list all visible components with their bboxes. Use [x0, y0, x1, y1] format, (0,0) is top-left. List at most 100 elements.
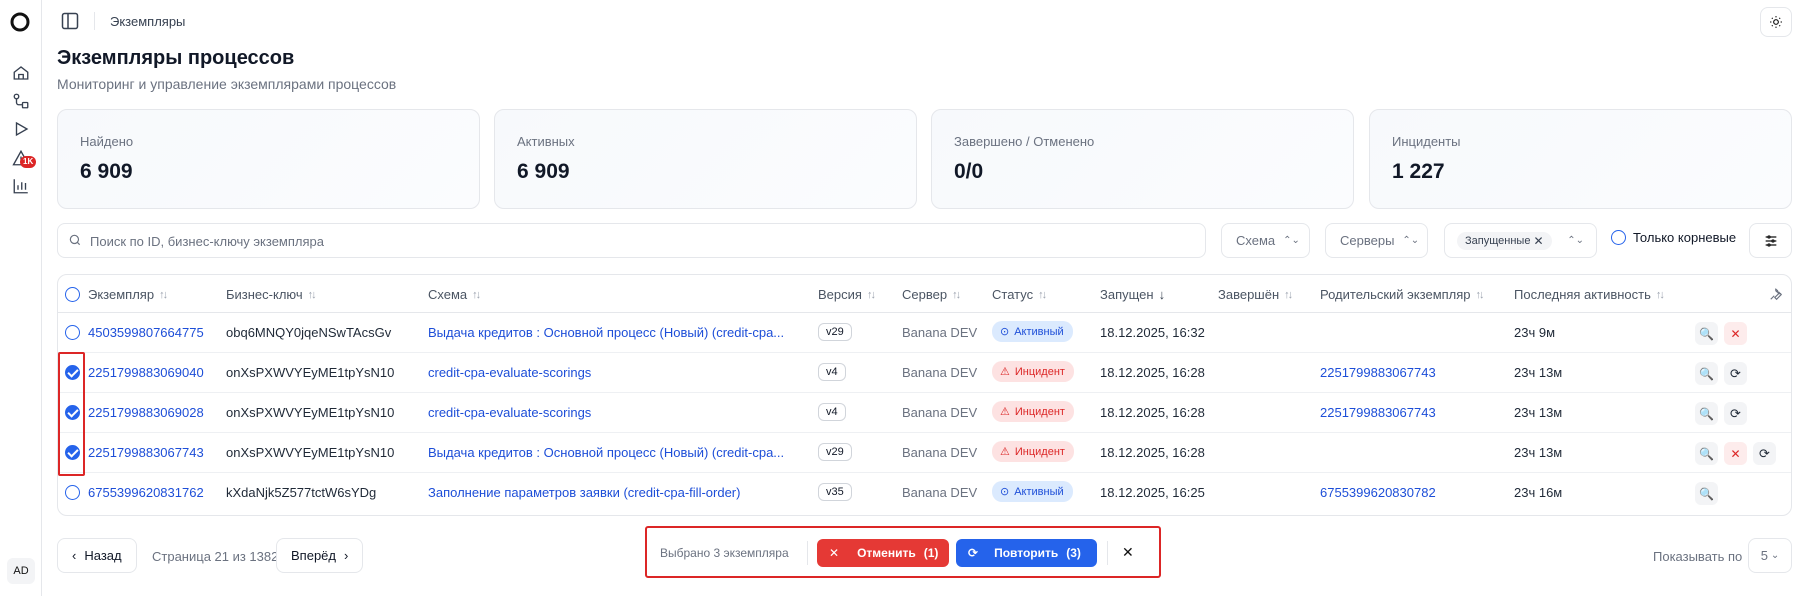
col-instance[interactable]: Экземпляр ↑↓ — [88, 287, 168, 302]
zoom-icon: 🔍 — [1699, 366, 1714, 381]
sidebar-toggle-icon[interactable] — [61, 12, 79, 30]
home-icon[interactable] — [10, 62, 32, 84]
bulk-action-bar: Выбрано 3 экземпляра ✕ Отменить (1) ⟳ По… — [645, 526, 1161, 578]
instance-id-link[interactable]: 4503599807664775 — [88, 325, 204, 340]
schema-icon[interactable] — [10, 90, 32, 112]
refresh-icon: ⟳ — [968, 546, 979, 560]
next-page-button[interactable]: Вперёд › — [276, 538, 364, 573]
cancel-instance-button[interactable]: ✕ — [1724, 442, 1747, 465]
col-business-key[interactable]: Бизнес-ключ ↑↓ — [226, 287, 317, 302]
col-server[interactable]: Сервер ↑↓ — [902, 287, 961, 302]
col-schema[interactable]: Схема ↑↓ — [428, 287, 481, 302]
row-checkbox[interactable] — [65, 325, 80, 340]
last-activity: 23ч 13м — [1514, 405, 1563, 420]
inspect-button[interactable]: 🔍 — [1695, 402, 1718, 425]
table-row[interactable]: 2251799883067743 onXsPXWVYEyME1tpYsN10 В… — [58, 433, 1791, 473]
sort-icon: ↑↓ — [1655, 288, 1665, 301]
business-key: obq6MNQY0jqeNSwTAcsGv — [226, 325, 392, 340]
retry-instance-button[interactable]: ⟳ — [1724, 402, 1747, 425]
schema-link[interactable]: Заполнение параметров заявки (credit-cpa… — [428, 485, 740, 500]
close-icon: ✕ — [829, 546, 840, 560]
bulk-retry-label: Повторить — [994, 546, 1059, 560]
row-checkbox[interactable] — [65, 485, 80, 500]
column-settings-button[interactable] — [1749, 223, 1792, 258]
row-checkbox[interactable] — [65, 365, 80, 380]
servers-filter[interactable]: Серверы ⌃⌄ — [1325, 223, 1428, 258]
inspect-button[interactable]: 🔍 — [1695, 362, 1718, 385]
per-page-select[interactable]: 5 ⌄ — [1748, 538, 1792, 573]
business-key: onXsPXWVYEyME1tpYsN10 — [226, 445, 395, 460]
parent-instance-link[interactable]: 6755399620830782 — [1320, 485, 1436, 500]
row-checkbox[interactable] — [65, 445, 80, 460]
play-circle-icon: ⊙ — [1000, 326, 1010, 338]
col-started[interactable]: Запущен ↓ — [1100, 287, 1165, 302]
schema-link[interactable]: credit-cpa-evaluate-scorings — [428, 365, 591, 380]
inspect-button[interactable]: 🔍 — [1695, 442, 1718, 465]
avatar[interactable]: AD — [7, 558, 35, 584]
chart-icon[interactable] — [10, 175, 32, 197]
warning-icon: ⚠ — [1000, 366, 1010, 378]
root-only-radio[interactable] — [1611, 230, 1626, 245]
row-checkbox[interactable] — [65, 405, 80, 420]
close-icon[interactable]: ✕ — [1122, 544, 1134, 561]
chevron-left-icon: ‹ — [72, 548, 77, 563]
col-finished[interactable]: Завершён ↑↓ — [1218, 287, 1293, 302]
col-status[interactable]: Статус ↑↓ — [992, 287, 1047, 302]
zoom-icon: 🔍 — [1699, 406, 1714, 421]
started-at: 18.12.2025, 16:28 — [1100, 365, 1205, 380]
app-logo-icon[interactable] — [9, 11, 31, 33]
wrench-icon[interactable] — [1769, 287, 1783, 301]
table-row[interactable]: 6755399620831762 kXdaNjk5Z577tctW6sYDg З… — [58, 473, 1791, 513]
root-only-toggle[interactable]: Только корневые — [1611, 230, 1736, 245]
play-circle-icon: ⊙ — [1000, 486, 1010, 498]
instance-id-link[interactable]: 2251799883067743 — [88, 445, 204, 460]
search-input[interactable] — [90, 231, 1190, 251]
started-at: 18.12.2025, 16:25 — [1100, 485, 1205, 500]
schema-link[interactable]: credit-cpa-evaluate-scorings — [428, 405, 591, 420]
selected-count: Выбрано 3 экземпляра — [660, 546, 789, 560]
servers-filter-label: Серверы — [1340, 233, 1395, 248]
last-activity: 23ч 9м — [1514, 325, 1556, 340]
status-filter[interactable]: Запущенные ✕ ⌃⌄ — [1444, 223, 1597, 258]
col-label: Родительский экземпляр — [1320, 287, 1471, 302]
inspect-button[interactable]: 🔍 — [1695, 322, 1718, 345]
table-row[interactable]: 2251799883069028 onXsPXWVYEyME1tpYsN10 c… — [58, 393, 1791, 433]
col-parent[interactable]: Родительский экземпляр ↑↓ — [1320, 287, 1485, 302]
sort-icon: ↑↓ — [159, 288, 168, 301]
status-label: Активный — [1014, 485, 1064, 498]
warning-icon: ⚠ — [1000, 446, 1010, 458]
bulk-retry-button[interactable]: ⟳ Повторить (3) — [956, 539, 1097, 567]
version-badge: v29 — [818, 323, 852, 341]
retry-instance-button[interactable]: ⟳ — [1724, 362, 1747, 385]
retry-instance-button[interactable]: ⟳ — [1753, 442, 1776, 465]
table-row[interactable]: 4503599807664775 obq6MNQY0jqeNSwTAcsGv В… — [58, 313, 1791, 353]
theme-toggle-button[interactable] — [1760, 7, 1792, 37]
business-key: kXdaNjk5Z577tctW6sYDg — [226, 485, 377, 500]
schema-link[interactable]: Выдача кредитов : Основной процесс (Новы… — [428, 445, 784, 460]
breadcrumb[interactable]: Экземпляры — [110, 14, 185, 29]
close-icon[interactable]: ✕ — [1533, 234, 1543, 248]
running-chip[interactable]: Запущенные ✕ — [1457, 231, 1552, 250]
select-all-checkbox[interactable] — [65, 287, 80, 302]
schema-link[interactable]: Выдача кредитов : Основной процесс (Новы… — [428, 325, 784, 340]
cancel-instance-button[interactable]: ✕ — [1724, 322, 1747, 345]
instance-id-link[interactable]: 2251799883069040 — [88, 365, 204, 380]
inspect-button[interactable]: 🔍 — [1695, 482, 1718, 505]
col-label: Завершён — [1218, 287, 1280, 302]
col-activity[interactable]: Последняя активность ↑↓ — [1514, 287, 1665, 302]
instance-id-link[interactable]: 2251799883069028 — [88, 405, 204, 420]
instance-id-link[interactable]: 6755399620831762 — [88, 485, 204, 500]
stat-value: 1 227 — [1392, 160, 1445, 183]
prev-page-button[interactable]: ‹ Назад — [57, 538, 137, 573]
parent-instance-link[interactable]: 2251799883067743 — [1320, 365, 1436, 380]
table-row[interactable]: 2251799883069040 onXsPXWVYEyME1tpYsN10 c… — [58, 353, 1791, 393]
bulk-cancel-button[interactable]: ✕ Отменить (1) — [817, 539, 949, 567]
refresh-icon: ⟳ — [1730, 405, 1741, 421]
version-badge: v35 — [818, 483, 852, 501]
schema-filter[interactable]: Схема ⌃⌄ — [1221, 223, 1310, 258]
play-icon[interactable] — [10, 118, 32, 140]
server-name: Banana DEV — [902, 405, 978, 420]
parent-instance-link[interactable]: 2251799883067743 — [1320, 405, 1436, 420]
col-version[interactable]: Версия ↑↓ — [818, 287, 876, 302]
sort-icon: ↑↓ — [472, 288, 481, 301]
